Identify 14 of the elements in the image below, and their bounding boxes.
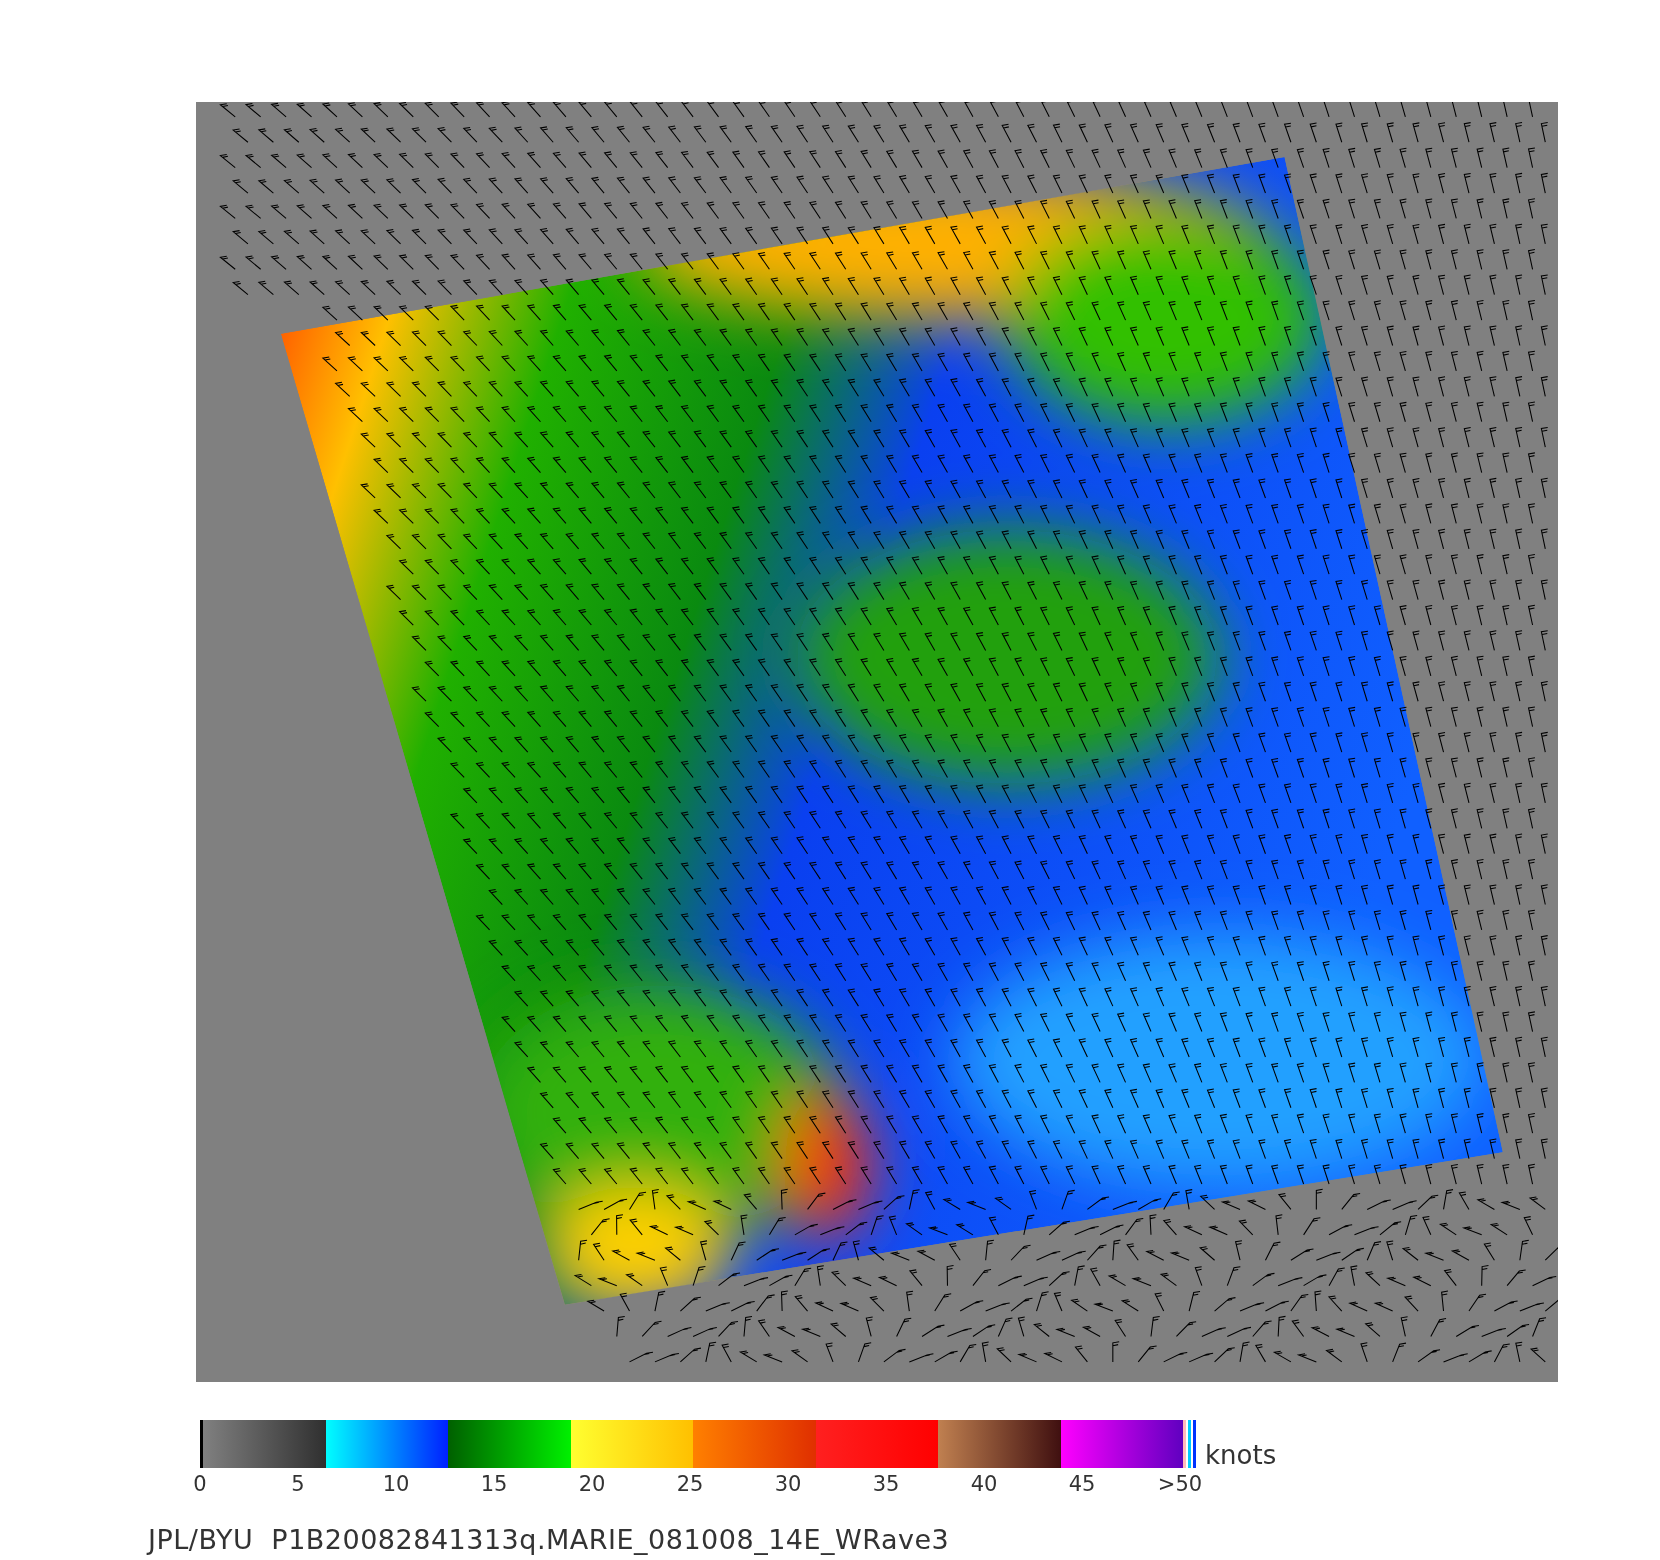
scale-tick-label: 30 (774, 1472, 802, 1496)
scale-tick-label: >50 (1157, 1472, 1203, 1496)
scale-tick-label: 20 (578, 1472, 606, 1496)
unit-label: knots (1205, 1442, 1277, 1468)
scale-tick-label: 5 (291, 1472, 305, 1496)
scale-tick-label: 15 (480, 1472, 508, 1496)
scale-tick-label: 45 (1068, 1472, 1096, 1496)
scale-tick-label: 40 (970, 1472, 998, 1496)
scale-tick-label: 35 (872, 1472, 900, 1496)
image-caption: JPL/BYU P1B20082841313q.MARIE_081008_14E_WRave3 (148, 1524, 951, 1555)
scale-tick-label: 0 (193, 1472, 207, 1496)
scale-tick-label: 10 (382, 1472, 410, 1496)
scale-tick-label: 25 (676, 1472, 704, 1496)
scale-end-stripes (1183, 1420, 1199, 1468)
